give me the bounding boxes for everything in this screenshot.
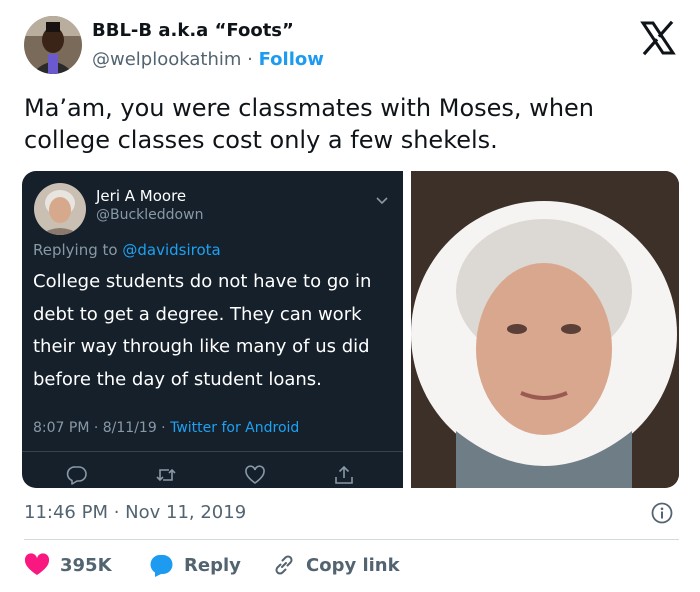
copy-link-label: Copy link <box>306 554 400 576</box>
media-image-tweet-screenshot[interactable]: Jeri A Moore @Buckleddown Replying to @d… <box>22 171 403 488</box>
quoted-handle: @Buckleddown <box>96 207 204 223</box>
comment-icon <box>66 464 88 486</box>
link-icon <box>275 555 293 575</box>
divider <box>24 539 679 540</box>
quoted-avatar <box>34 183 86 235</box>
heart-outline-icon <box>244 464 266 486</box>
like-button[interactable]: 395K <box>24 552 112 578</box>
reply-button[interactable]: Reply <box>148 552 241 578</box>
x-logo-icon[interactable] <box>640 20 676 56</box>
info-icon[interactable] <box>651 502 673 524</box>
handle-separator: · <box>247 49 253 70</box>
tweet-text: Ma’am, you were classmates with Moses, w… <box>24 94 594 154</box>
retweet-icon <box>155 464 177 486</box>
author-handle-row: @welplookathim · Follow <box>92 49 324 70</box>
reply-label: Reply <box>184 554 241 576</box>
replying-mention: @davidsirota <box>122 241 221 259</box>
quoted-text: College students do not have to go in de… <box>33 271 372 390</box>
reply-bubble-icon <box>150 555 173 577</box>
author-handle[interactable]: @welplookathim <box>92 49 241 70</box>
copy-link-button[interactable]: Copy link <box>272 552 400 578</box>
follow-button[interactable]: Follow <box>259 49 324 70</box>
replying-prefix: Replying to <box>33 241 118 259</box>
quoted-name: Jeri A Moore <box>96 187 187 205</box>
tweet-timestamp[interactable]: 11:46 PM · Nov 11, 2019 <box>24 502 246 523</box>
quoted-meta: 8:07 PM · 8/11/19 · Twitter for Android <box>33 420 299 436</box>
author-display-name[interactable]: BBL-B a.k.a “Foots” <box>92 20 294 41</box>
quoted-replying-to: Replying to @davidsirota <box>33 241 221 259</box>
heart-icon <box>24 553 50 575</box>
quoted-divider <box>22 451 403 452</box>
author-avatar[interactable] <box>24 16 82 74</box>
chevron-down-icon <box>375 191 389 205</box>
media-image-portrait[interactable] <box>411 171 679 488</box>
quoted-meta-source: Twitter for Android <box>170 420 300 436</box>
like-count: 395K <box>60 554 112 576</box>
quoted-meta-time: 8:07 PM · 8/11/19 · <box>33 420 166 436</box>
share-icon <box>333 464 355 486</box>
